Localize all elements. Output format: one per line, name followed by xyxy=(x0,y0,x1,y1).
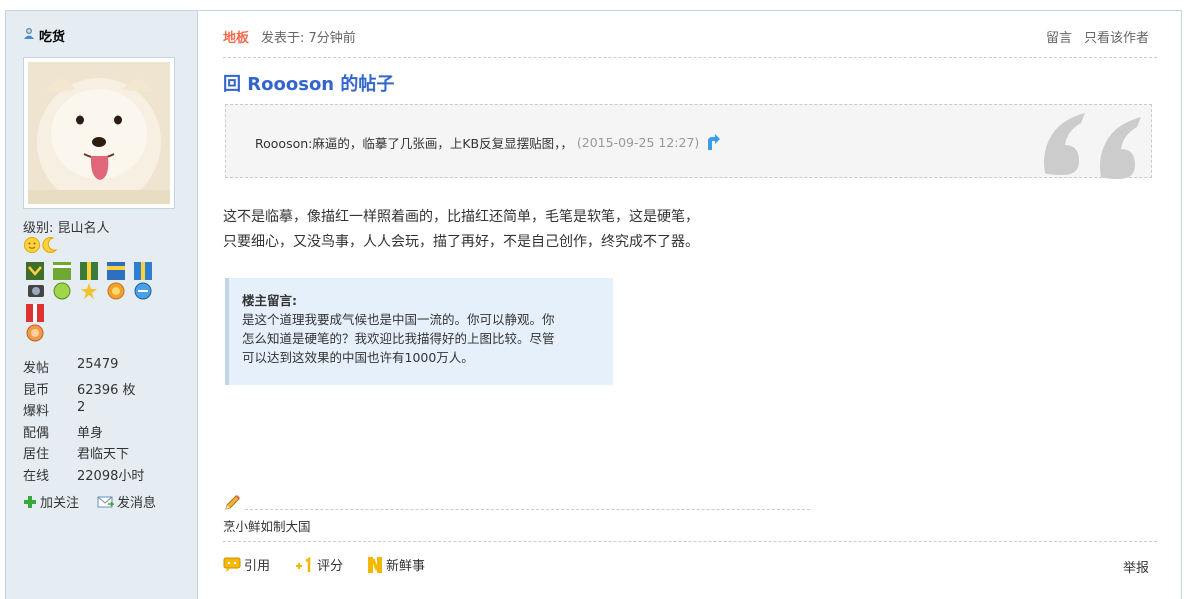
stat-key: 配偶 xyxy=(23,425,50,441)
author-reply: 楼主留言: 是这个道理我要成气候也是中国一流的。你可以静观。你 怎么知道是硬笔的… xyxy=(225,278,613,385)
moon-icon xyxy=(42,237,58,254)
user-signature: 烹小鲜如制大国 xyxy=(223,519,311,534)
report-link[interactable]: 举报 xyxy=(1123,557,1149,576)
quote-block: Roooson:麻逼的，临摹了几张画，上KB反复显摆贴图，， (2015-09-… xyxy=(225,104,1152,179)
medal-icon[interactable] xyxy=(23,303,47,343)
only-author-link[interactable]: 只看该作者 xyxy=(1084,27,1149,46)
medal-icon[interactable] xyxy=(50,261,74,301)
stat-row: 在线 22098小时 xyxy=(23,465,144,487)
stat-key: 发帖 xyxy=(23,361,50,376)
profile-actions: 加关注 发消息 xyxy=(23,492,156,511)
divider xyxy=(223,541,1157,542)
quote-content: Roooson:麻逼的，临摹了几张画，上KB反复显摆贴图，， (2015-09-… xyxy=(255,133,721,152)
stat-value: 22098小时 xyxy=(77,468,145,484)
divider xyxy=(245,508,810,510)
quote-marks-icon xyxy=(1044,113,1141,179)
avatar[interactable] xyxy=(23,57,175,209)
post-content: 地板 发表于: 7分钟前 留言 只看该作者 回 Roooson 的帖子 Rooo… xyxy=(199,11,1181,599)
stat-value[interactable]: 25479 xyxy=(77,357,118,379)
news-label: 新鲜事 xyxy=(386,559,426,574)
medal-icon[interactable] xyxy=(77,261,101,301)
sun-icon xyxy=(24,237,40,253)
user-stats: 发帖 25479 昆币 62396 枚 爆料 2 配偶 单身 居住 君临天下 在线 2209… xyxy=(23,357,144,486)
quote-button[interactable]: 引用 xyxy=(223,555,270,574)
stat-value: 2 xyxy=(77,400,86,415)
post-body: 这不是临摹，像描红一样照着画的，比描红还简单，毛笔是软笔，这是硬笔， 只要细心，… xyxy=(223,205,823,255)
post-title: 回 Roooson 的帖子 xyxy=(223,74,395,95)
leave-message-link[interactable]: 留言 xyxy=(1046,27,1072,46)
jump-to-quote-icon[interactable] xyxy=(703,133,721,152)
divider xyxy=(223,57,1157,58)
stat-key: 居住 xyxy=(23,447,50,462)
quote-label: 引用 xyxy=(244,559,271,574)
post-top-links: 留言 只看该作者 xyxy=(1046,27,1149,46)
author-name[interactable]: 吃货 xyxy=(39,26,65,45)
envelope-icon xyxy=(97,496,115,507)
medal-icon[interactable] xyxy=(23,261,47,301)
reply-line: 可以达到这效果的中国也许有1000万人。 xyxy=(242,350,474,365)
signature-separator xyxy=(223,494,810,512)
stat-key: 昆币 xyxy=(23,382,50,398)
user-icon xyxy=(23,27,35,44)
reply-line: 是这个道理我要成气候也是中国一流的。你可以静观。你 xyxy=(242,312,555,327)
follow-button[interactable]: 加关注 xyxy=(23,492,79,511)
medal-list xyxy=(23,261,173,343)
stat-value: 单身 xyxy=(77,425,104,441)
news-icon xyxy=(368,556,383,573)
stat-value: 62396 枚 xyxy=(77,382,136,398)
top-strip xyxy=(5,0,1182,11)
quote-bubble-icon xyxy=(223,557,241,572)
follow-label: 加关注 xyxy=(40,496,80,511)
reply-heading: 楼主留言: xyxy=(242,293,297,308)
posted-time: 发表于: 7分钟前 xyxy=(261,31,356,46)
reply-line: 怎么知道是硬笔的？我欢迎比我描得好的上图比较。尽管 xyxy=(242,331,555,346)
rate-label: 评分 xyxy=(317,559,344,574)
floor-label: 地板 xyxy=(223,31,250,46)
stat-value: 君临天下 xyxy=(77,447,130,462)
rate-button[interactable]: 评分 xyxy=(294,555,343,574)
stat-row: 昆币 62396 枚 xyxy=(23,379,144,401)
user-level: 级别: 昆山名人 xyxy=(23,221,110,236)
quote-text: Roooson:麻逼的，临摹了几张画，上KB反复显摆贴图，， xyxy=(255,136,573,151)
send-message-button[interactable]: 发消息 xyxy=(97,492,156,511)
author-info: 吃货 xyxy=(23,26,65,45)
stat-row: 配偶 单身 xyxy=(23,422,144,444)
plus-icon xyxy=(24,495,36,508)
stat-row: 居住 君临天下 xyxy=(23,443,144,465)
avatar-image xyxy=(28,62,170,204)
news-button[interactable]: 新鲜事 xyxy=(367,555,425,574)
pencil-icon xyxy=(225,495,240,510)
message-label: 发消息 xyxy=(117,496,157,511)
stat-key: 爆料 xyxy=(23,404,50,419)
post-body-line: 只要细心，又没鸟事，人人会玩，描了再好，不是自己创作，终究成不了器。 xyxy=(223,234,699,250)
quote-time: (2015-09-25 12:27) xyxy=(576,135,700,150)
post-actions: 引用 评分 新鲜事 xyxy=(223,555,425,574)
level-icons xyxy=(23,236,58,254)
stat-key: 在线 xyxy=(23,468,50,484)
stat-row: 发帖 25479 xyxy=(23,357,144,379)
author-sidebar: 吃货 级别: 昆山名人 发帖 25479 昆币 62396 枚 爆料 2 配偶 … xyxy=(6,11,198,599)
post-body-line: 这不是临摹，像描红一样照着画的，比描红还简单，毛笔是软笔，这是硬笔， xyxy=(223,209,699,225)
medal-icon[interactable] xyxy=(104,261,128,301)
stat-row: 爆料 2 xyxy=(23,400,144,422)
medal-icon[interactable] xyxy=(131,261,155,301)
plus-one-icon xyxy=(296,556,311,572)
